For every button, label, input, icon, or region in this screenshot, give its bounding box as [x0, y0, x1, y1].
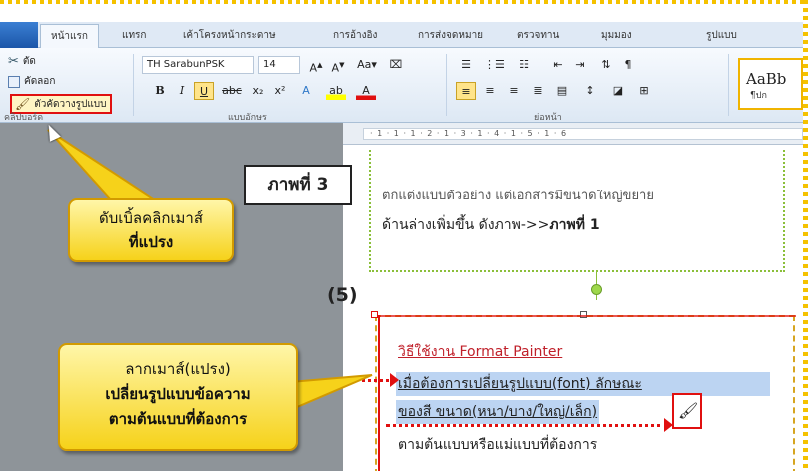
- callout-2-line2: เปลี่ยนรูปแบบข้อความ: [105, 385, 251, 403]
- ribbon-tab-bar: หน้าแรก แทรก เค้าโครงหน้ากระดาษ การอ้างอ…: [0, 22, 803, 48]
- file-menu-button[interactable]: [0, 22, 38, 48]
- group-separator: [446, 54, 447, 116]
- multilevel-list-icon[interactable]: ☷: [514, 56, 534, 74]
- increase-indent-icon[interactable]: ⇥: [570, 56, 590, 74]
- underline-icon[interactable]: U: [194, 82, 214, 100]
- bullets-icon[interactable]: ☰: [456, 56, 476, 74]
- callout-2-line1: ลากเมาส์(แปรง): [125, 360, 231, 378]
- numbering-icon[interactable]: ⋮☰: [484, 56, 505, 74]
- copy-button[interactable]: คัดลอก: [8, 74, 55, 89]
- horizontal-ruler[interactable]: · 1 · 1 · 1 · 2 · 1 · 3 · 1 · 4 · 1 · 5 …: [343, 123, 803, 145]
- doc-line-top-bold: ภาพที่ 1: [549, 217, 600, 233]
- arrow-right-icon: [664, 418, 673, 432]
- align-left-icon[interactable]: ≡: [456, 82, 476, 100]
- doc-line-top-text: ด้านล่างเพิ่มขึ้น ดังภาพ->>: [382, 217, 550, 233]
- highlight-icon[interactable]: ab: [326, 82, 346, 100]
- doc-line-top: ด้านล่างเพิ่มขึ้น ดังภาพ->>ภาพที่ 1: [382, 214, 600, 236]
- group-separator: [728, 54, 729, 116]
- text-effects-icon[interactable]: A: [296, 82, 316, 100]
- bold-icon[interactable]: B: [150, 82, 170, 100]
- copy-label: คัดลอก: [24, 76, 56, 87]
- selected-text-line-2[interactable]: ของสี ขนาด(หนา/บาง/ใหญ่/เล็ก): [396, 400, 600, 424]
- shading-icon[interactable]: ◪: [608, 82, 628, 100]
- ruler-scale: · 1 · 1 · 1 · 2 · 1 · 3 · 1 · 4 · 1 · 5 …: [363, 128, 803, 140]
- arrow-right-icon: [390, 373, 399, 387]
- selected-text-line-1[interactable]: เมื่อต้องการเปลี่ยนรูปแบบ(font) ลักษณะ: [396, 372, 770, 396]
- cut-button[interactable]: ✂ ตัด: [8, 54, 36, 69]
- upper-text-box: [369, 150, 785, 272]
- tab-home[interactable]: หน้าแรก: [40, 24, 99, 48]
- callout-1-line2: ที่แปรง: [128, 233, 174, 251]
- decorative-right-border: [803, 0, 808, 471]
- resize-handle[interactable]: [371, 311, 378, 318]
- tab-page-layout[interactable]: เค้าโครงหน้ากระดาษ: [183, 28, 276, 43]
- scissors-icon: ✂: [8, 54, 19, 69]
- align-right-icon[interactable]: ≡: [504, 82, 524, 100]
- tab-review[interactable]: ตรวจทาน: [517, 28, 559, 43]
- justify-icon[interactable]: ≣: [528, 82, 548, 100]
- arrow-dotted-line: [386, 424, 668, 427]
- callout-2-line3: ตามต้นแบบที่ต้องการ: [108, 410, 248, 428]
- callout-double-click: ดับเบิ้ลคลิกเมาส์ ที่แปรง: [68, 198, 234, 262]
- step-number: (5): [327, 284, 358, 306]
- style-preview-text: AaBb: [746, 70, 787, 88]
- sort-icon[interactable]: ⇅: [596, 56, 616, 74]
- copy-icon: [8, 75, 20, 88]
- borders-icon[interactable]: ⊞: [634, 82, 654, 100]
- grow-font-icon[interactable]: A▲: [306, 56, 326, 75]
- change-case-icon[interactable]: Aa▾: [352, 56, 382, 74]
- callout-drag-brush: ลากเมาส์(แปรง) เปลี่ยนรูปแบบข้อความ ตามต…: [58, 343, 298, 451]
- rotation-handle[interactable]: [591, 284, 602, 295]
- paragraph-group-label: ย่อหน้า: [534, 113, 562, 123]
- line-spacing-icon[interactable]: ↕: [580, 82, 600, 100]
- style-normal-preview[interactable]: AaBb ¶ปก: [738, 58, 803, 110]
- font-group-label: แบบอักษร: [228, 113, 267, 123]
- font-name-combo[interactable]: TH SarabunPSK: [142, 56, 254, 74]
- superscript-icon[interactable]: x²: [270, 82, 290, 100]
- paintbrush-cursor-box: 🖌: [672, 393, 702, 429]
- clear-formatting-icon[interactable]: ⌧: [386, 56, 406, 74]
- callout-1-line1: ดับเบิ้ลคลิกเมาส์: [98, 209, 203, 227]
- tab-mailings[interactable]: การส่งจดหมาย: [418, 28, 483, 43]
- tab-format[interactable]: รูปแบบ: [706, 28, 737, 43]
- decrease-indent-icon[interactable]: ⇤: [548, 56, 568, 74]
- show-marks-icon[interactable]: ¶: [618, 56, 638, 74]
- doc-heading: วิธีใช้งาน Format Painter: [398, 344, 563, 360]
- font-color-icon[interactable]: A: [356, 82, 376, 100]
- style-preview-caption: ¶ปก: [750, 91, 767, 101]
- paintbrush-cursor-icon: 🖌: [678, 401, 699, 420]
- text-box-top-edge: [378, 315, 796, 317]
- subscript-icon[interactable]: x₂: [248, 82, 268, 100]
- tab-insert[interactable]: แทรก: [122, 28, 146, 43]
- tab-references[interactable]: การอ้างอิง: [333, 28, 377, 43]
- strikethrough-icon[interactable]: abc: [220, 82, 244, 100]
- distributed-icon[interactable]: ▤: [552, 82, 572, 100]
- shrink-font-icon[interactable]: A▼: [328, 56, 348, 75]
- doc-line-3: ตามต้นแบบหรือแม่แบบที่ต้องการ: [398, 437, 598, 453]
- font-size-combo[interactable]: 14: [258, 56, 300, 74]
- decorative-top-border: [0, 0, 808, 4]
- tab-view[interactable]: มุมมอง: [601, 28, 632, 43]
- figure-label: ภาพที่ 3: [244, 165, 352, 205]
- italic-icon[interactable]: I: [172, 82, 192, 100]
- cut-label: ตัด: [22, 56, 36, 67]
- align-center-icon[interactable]: ≡: [480, 82, 500, 100]
